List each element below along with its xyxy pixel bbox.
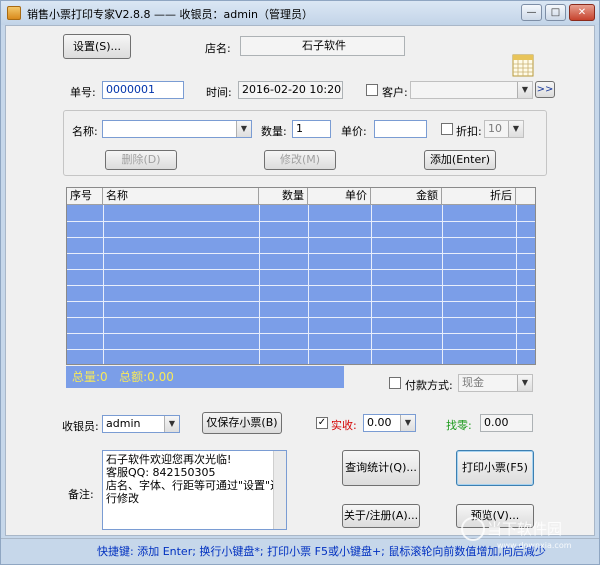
save-only-button[interactable]: 仅保存小票(B) xyxy=(202,412,282,434)
chevron-down-icon: ▼ xyxy=(517,82,532,98)
grid-line xyxy=(67,301,535,302)
column-header[interactable]: 金额 xyxy=(371,188,442,205)
quantity-field[interactable]: 1 xyxy=(292,120,331,138)
query-stats-button[interactable]: 查询统计(Q)... xyxy=(342,450,420,486)
notes-textarea[interactable]: 石子软件欢迎您再次光临! 客服QQ: 842150305 店名、字体、行距等可通… xyxy=(102,450,287,530)
total-amount: 总额:0.00 xyxy=(119,370,174,384)
customer-select[interactable]: ▼ xyxy=(410,81,533,99)
totals-bar: 总量:0 总额:0.00 xyxy=(66,366,344,388)
notes-scrollbar[interactable] xyxy=(273,451,286,529)
payment-method-checkbox[interactable] xyxy=(389,377,401,389)
main-panel: 设置(S)... 店名: 石子软件 单号: 0000001 时间: 2016-0… xyxy=(5,25,595,536)
chevron-down-icon: ▼ xyxy=(517,375,532,391)
discount-label: 折扣: xyxy=(456,125,482,138)
change-amount-field: 0.00 xyxy=(480,414,533,432)
time-field: 2016-02-20 10:20:33 xyxy=(238,81,343,99)
total-quantity: 总量:0 xyxy=(72,370,108,384)
grid-line xyxy=(67,253,535,254)
window-title: 销售小票打印专家V2.8.8 —— 收银员：admin（管理员） xyxy=(27,8,313,21)
received-checkbox[interactable]: ✓ xyxy=(316,417,328,429)
item-name-combo[interactable]: ▼ xyxy=(102,120,252,138)
unit-price-label: 单价: xyxy=(341,125,367,138)
grid-line xyxy=(67,285,535,286)
chevron-down-icon: ▼ xyxy=(508,121,523,137)
grid-line xyxy=(67,349,535,350)
column-header[interactable]: 名称 xyxy=(103,188,259,205)
delete-button[interactable]: 删除(D) xyxy=(105,150,177,170)
add-item-button[interactable]: 添加(Enter) xyxy=(424,150,496,170)
maximize-button[interactable]: □ xyxy=(545,4,566,21)
time-label: 时间: xyxy=(206,86,232,99)
shortcut-hint-bar: 快捷键: 添加 Enter; 换行小键盘*; 打印小票 F5或小键盘+; 鼠标滚… xyxy=(1,538,599,564)
modify-button[interactable]: 修改(M) xyxy=(264,150,336,170)
grid-line xyxy=(67,317,535,318)
customer-checkbox[interactable] xyxy=(366,84,378,96)
change-label: 找零: xyxy=(446,419,472,432)
column-header[interactable]: 数量 xyxy=(259,188,308,205)
settings-button[interactable]: 设置(S)... xyxy=(63,34,131,59)
notes-label: 备注: xyxy=(68,488,94,501)
notes-line: 石子软件欢迎您再次光临! xyxy=(106,453,232,466)
discount-checkbox[interactable] xyxy=(441,123,453,135)
notes-line: 店名、字体、行距等可通过"设置"进 xyxy=(106,479,282,492)
store-name-display: 石子软件 xyxy=(240,36,405,56)
title-bar[interactable]: 销售小票打印专家V2.8.8 —— 收银员：admin（管理员） — □ ✕ xyxy=(1,1,599,25)
table-header: 序号 名称 数量 单价 金额 折后 xyxy=(67,188,535,205)
app-icon xyxy=(7,6,21,20)
item-name-label: 名称: xyxy=(72,125,98,138)
chevron-down-icon: ▼ xyxy=(400,415,415,431)
print-receipt-button[interactable]: 打印小票(F5) xyxy=(456,450,534,486)
about-register-button[interactable]: 关于/注册(A)... xyxy=(342,504,420,528)
app-window: 销售小票打印专家V2.8.8 —— 收银员：admin（管理员） — □ ✕ 设… xyxy=(0,0,600,565)
column-header[interactable]: 序号 xyxy=(67,188,103,205)
grid-line xyxy=(67,237,535,238)
store-name-label: 店名: xyxy=(205,42,231,55)
items-table[interactable]: 序号 名称 数量 单价 金额 折后 xyxy=(66,187,536,365)
minimize-button[interactable]: — xyxy=(521,4,542,21)
cashier-label: 收银员: xyxy=(62,420,99,433)
preview-button[interactable]: 预览(V)... xyxy=(456,504,534,528)
notes-line: 客服QQ: 842150305 xyxy=(106,466,216,479)
grid-line xyxy=(67,333,535,334)
chevron-down-icon: ▼ xyxy=(236,121,251,137)
grid-line xyxy=(67,221,535,222)
order-number-label: 单号: xyxy=(70,86,96,99)
notes-line: 行修改 xyxy=(106,492,139,505)
received-amount-field[interactable]: 0.00 ▼ xyxy=(363,414,416,432)
close-button[interactable]: ✕ xyxy=(569,4,595,21)
payment-method-label: 付款方式: xyxy=(405,379,453,392)
column-header[interactable]: 单价 xyxy=(308,188,371,205)
received-label: 实收: xyxy=(331,419,357,432)
order-number-field[interactable]: 0000001 xyxy=(102,81,184,99)
unit-price-field[interactable] xyxy=(374,120,427,138)
cashier-select[interactable]: admin ▼ xyxy=(102,415,180,433)
payment-method-select[interactable]: 现金 ▼ xyxy=(458,374,533,392)
discount-select[interactable]: 10 ▼ xyxy=(484,120,524,138)
column-header[interactable]: 折后 xyxy=(442,188,516,205)
customer-label: 客户: xyxy=(382,86,408,99)
more-customers-button[interactable]: >> xyxy=(535,81,555,98)
quantity-label: 数量: xyxy=(261,125,287,138)
grid-line xyxy=(67,269,535,270)
chevron-down-icon: ▼ xyxy=(164,416,179,432)
calendar-icon[interactable] xyxy=(512,53,534,77)
